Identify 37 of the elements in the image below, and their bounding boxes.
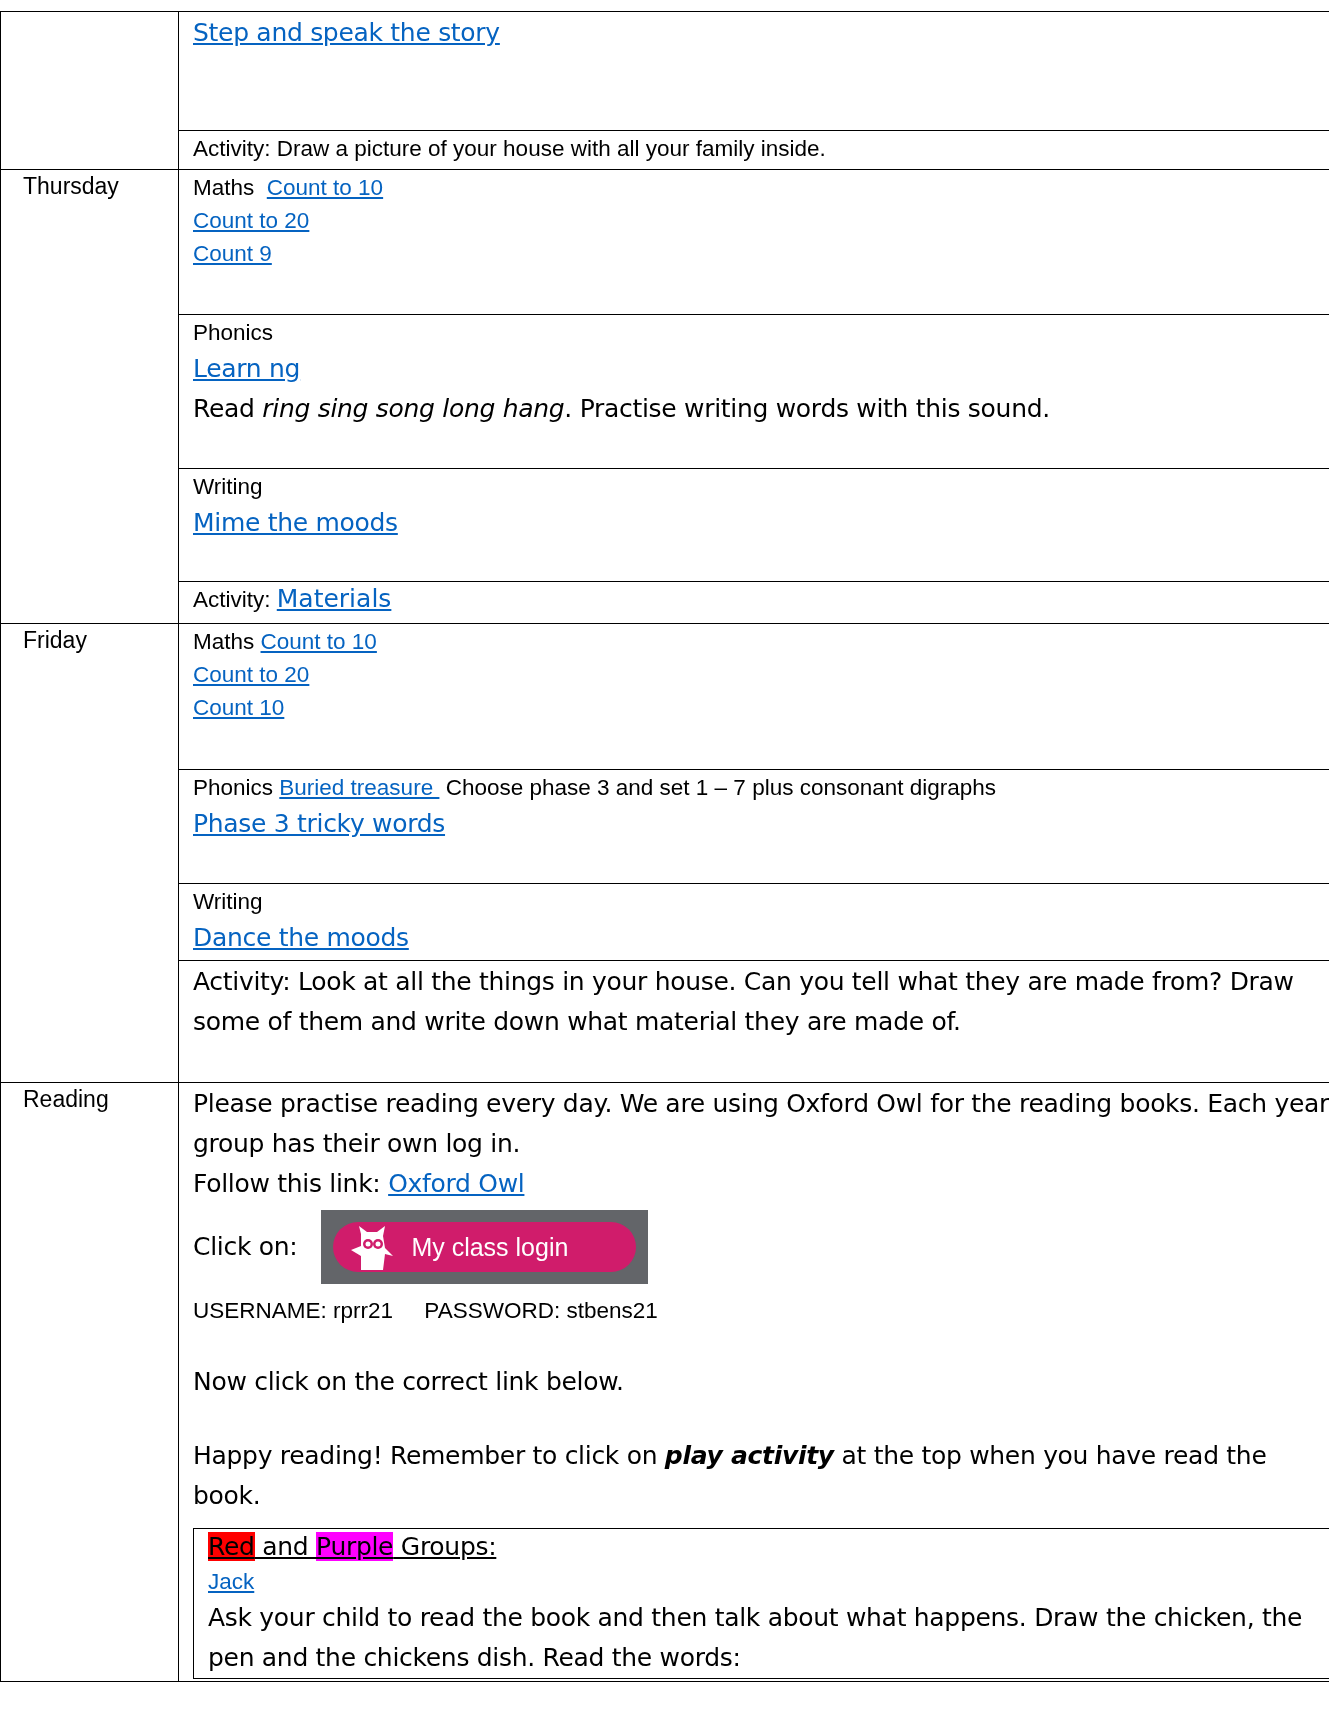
prompt-text: Click on: — [193, 1231, 298, 1263]
paragraph-text: Writing — [193, 473, 264, 501]
paragraph-text: Follow this link: Oxford Owl — [193, 1168, 526, 1200]
link[interactable]: Count to 20 — [193, 662, 310, 687]
paragraph-text: Writing — [193, 888, 264, 916]
link[interactable]: Count to 10 — [260, 629, 377, 654]
paragraph-text: Activity: Draw a picture of your house with all your family inside. — [193, 135, 827, 163]
link[interactable]: Jack — [208, 1569, 255, 1594]
link[interactable]: Materials — [276, 584, 392, 613]
link[interactable]: Count 9 — [193, 241, 272, 266]
link[interactable]: Step and speak the story — [193, 18, 500, 47]
link[interactable]: Dance the moods — [193, 923, 409, 952]
paragraph-text: Maths Count to 10 — [193, 628, 378, 656]
paragraph-text: Ask your child to read the book and then talk about what happens. Draw the chicken, the pen and the chickens dish. Read the words: — [208, 1602, 1304, 1674]
link[interactable]: Count to 20 — [193, 208, 310, 233]
paragraph-text: Now click on the correct link below. — [193, 1366, 625, 1398]
paragraph-text: Please practise reading every day. We are using Oxford Owl for the reading books. Each year group has their own log in. — [193, 1088, 1329, 1160]
paragraph-text: USERNAME: rprr21 PASSWORD: stbens21 — [193, 1297, 659, 1325]
paragraph-text: Read ring sing song long hang. Practise writing words with this sound. — [193, 393, 1051, 425]
link[interactable]: Learn ng — [193, 354, 301, 383]
paragraph-text: Happy reading! Remember to click on play activity at the top when you have read the book. — [193, 1440, 1268, 1512]
paragraph-text: Phonics — [193, 319, 275, 347]
paragraph-text: Activity: Materials — [193, 583, 393, 615]
link[interactable]: Phase 3 tricky words — [193, 809, 446, 838]
paragraph-text: Activity: Look at all the things in your house. Can you tell what they are made from? Draw some of them and write down what material they are made of. — [193, 966, 1295, 1038]
day-label: Thursday — [23, 173, 119, 199]
link[interactable]: Oxford Owl — [388, 1169, 525, 1198]
group-heading: Red and Purple Groups: — [208, 1531, 497, 1563]
link[interactable]: Count 10 — [193, 695, 285, 720]
link[interactable]: Count to 10 — [266, 175, 384, 200]
day-label: Reading — [23, 1086, 109, 1112]
link[interactable]: Buried treasure — [279, 775, 440, 800]
paragraph-text: Maths Count to 10 — [193, 174, 385, 202]
paragraph-text: Phonics Buried treasure Choose phase 3 and set 1 – 7 plus consonant digraphs — [193, 774, 998, 802]
link[interactable]: Mime the moods — [193, 508, 398, 537]
day-label: Friday — [23, 627, 87, 653]
login-button[interactable]: My class login — [333, 1222, 637, 1272]
